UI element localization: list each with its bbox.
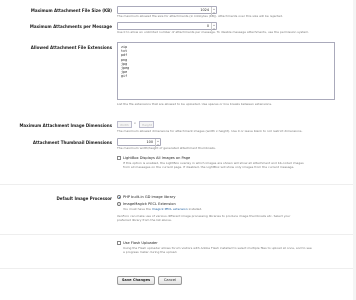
max-per-message-input[interactable]: 0 ▴ ▾ — [117, 22, 217, 31]
allowed-extensions-textarea[interactable]: zip txt pdf png jpg jpeg jpe gif — [117, 42, 335, 100]
cancel-button[interactable]: Cancel — [158, 276, 182, 285]
section-divider — [0, 184, 356, 185]
max-file-size-input[interactable]: 1024 ▴ ▾ — [117, 6, 217, 15]
section-divider — [0, 268, 356, 269]
image-processor-label: Default Image Processor — [56, 196, 112, 201]
gd-library-radio[interactable] — [117, 195, 121, 199]
lightbox-label[interactable]: LightBox Displays All Images on Page — [123, 156, 190, 160]
image-processor-hint-2: preferred library from the list above. — [117, 218, 172, 222]
max-per-message-value: 0 — [206, 24, 209, 28]
imagemagick-label[interactable]: ImageMagick PECL Extension — [123, 202, 176, 206]
imagemagick-hint: You must have the Imagick PECL extension… — [123, 207, 203, 211]
imagick-extension-link[interactable]: Imagick PECL extension — [152, 207, 188, 211]
extension-line: gif — [121, 74, 128, 79]
section-divider — [0, 234, 356, 235]
save-changes-button[interactable]: Save Changes — [117, 276, 155, 285]
thumbnail-dimensions-input[interactable]: 100 ▴ ▾ — [117, 138, 161, 147]
max-image-height-input[interactable]: Height — [139, 121, 154, 128]
allowed-extensions-hint: List the file extensions that are allowe… — [117, 102, 272, 106]
max-image-width-input[interactable]: Width — [117, 121, 132, 128]
max-per-message-hint: Use 0 to allow an unlimited number of at… — [117, 30, 310, 34]
max-file-size-label: Maximum Attachment File Size (KB) — [30, 8, 112, 13]
imagemagick-radio[interactable] — [117, 202, 121, 206]
thumbnail-dimensions-label: Attachment Thumbnail Dimensions — [32, 140, 112, 145]
max-per-message-label: Maximum Attachments per Message — [29, 24, 112, 29]
options-page: Maximum Attachment File Size (KB) 1024 ▴… — [0, 0, 356, 300]
max-image-dimensions-hint: The maximum allowed dimensions for attac… — [117, 129, 303, 133]
max-file-size-value: 1024 — [200, 8, 209, 12]
thumbnail-dimensions-value: 100 — [146, 140, 153, 144]
thumbnail-dimensions-hint: The maximum width/height of generated at… — [117, 146, 216, 150]
flash-uploader-checkbox[interactable] — [117, 241, 121, 245]
allowed-extensions-label: Allowed Attachment File Extensions — [30, 45, 112, 50]
max-file-size-hint: The maximum allowed file size for attach… — [117, 14, 283, 18]
flash-uploader-hint-2: a progress meter during the upload. — [123, 250, 178, 254]
lightbox-checkbox[interactable] — [117, 156, 121, 160]
flash-uploader-label[interactable]: Use Flash Uploader — [123, 241, 158, 245]
lightbox-hint-2: from all messages on the current page. I… — [123, 165, 295, 169]
gd-library-label[interactable]: PHP built-in GD image library — [123, 195, 175, 199]
dimension-separator: x — [134, 121, 136, 125]
max-image-dimensions-label: Maximum Attachment Image Dimensions — [19, 123, 112, 128]
